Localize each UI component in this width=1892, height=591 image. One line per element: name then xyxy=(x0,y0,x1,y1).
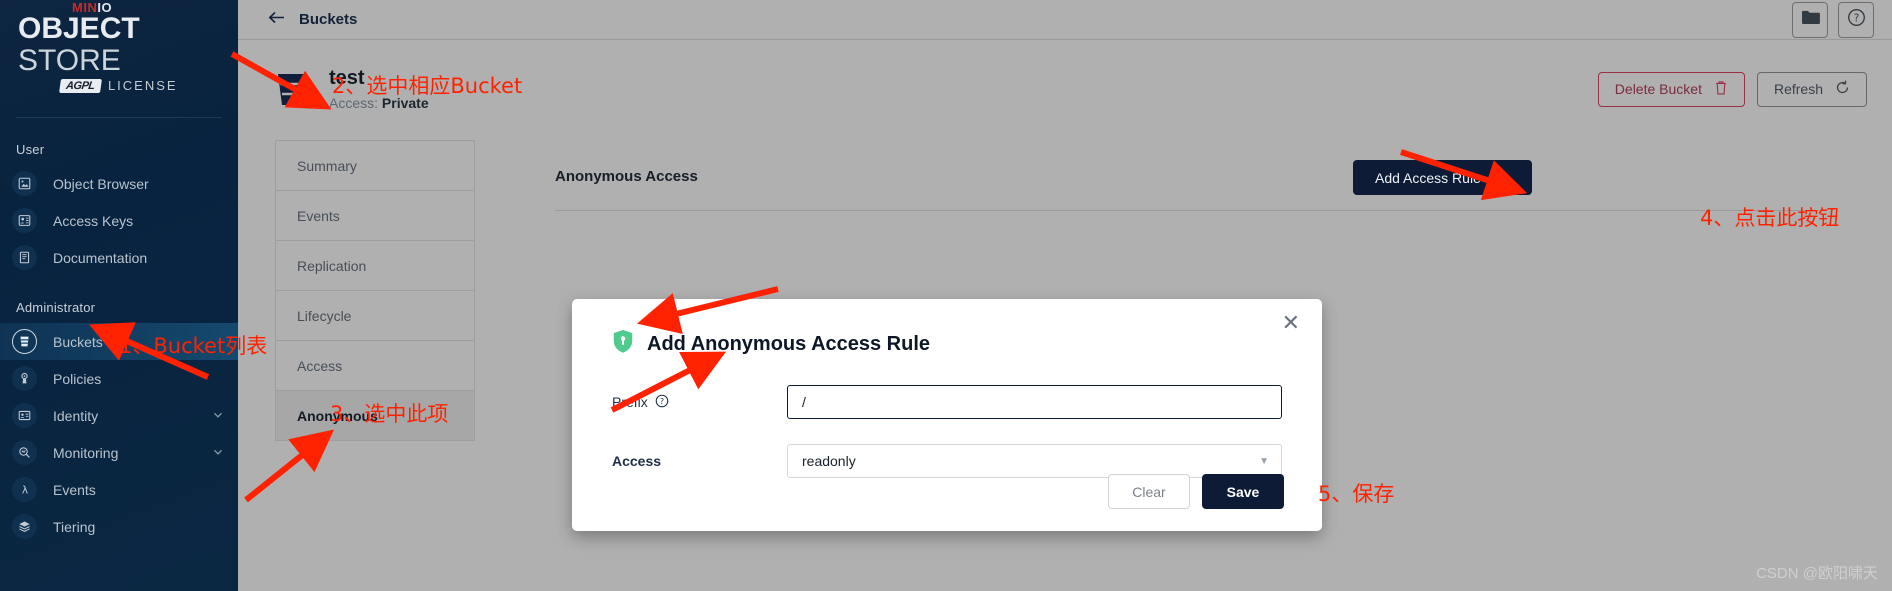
shield-key-icon xyxy=(612,329,634,360)
annotation-3: 3、选中此项 xyxy=(330,402,449,426)
breadcrumb-label: Buckets xyxy=(299,11,358,28)
annotation-4: 4、点击此按钮 xyxy=(1700,206,1840,230)
refresh-label: Refresh xyxy=(1773,81,1823,97)
sidebar-item-documentation[interactable]: Documentation xyxy=(0,239,238,276)
tab-access[interactable]: Access xyxy=(276,341,474,391)
brand-license: AGPL LICENSE xyxy=(10,78,238,93)
sidebar-section-user: User xyxy=(16,142,45,157)
sidebar-item-monitoring[interactable]: Monitoring xyxy=(0,434,238,471)
sidebar-item-access-keys[interactable]: Access Keys xyxy=(0,202,238,239)
annotation-5: 5、保存 xyxy=(1318,482,1395,506)
sidebar-item-label: Access Keys xyxy=(53,212,134,229)
bucket-header-actions: Delete Bucket Refresh xyxy=(1597,71,1867,107)
refresh-icon xyxy=(1835,80,1850,98)
annotation-arrow-3 xyxy=(244,429,335,503)
agpl-badge: AGPL xyxy=(59,78,102,93)
object-browser-icon xyxy=(12,171,37,196)
annotation-2: 2、选中相应Bucket xyxy=(332,74,523,98)
tiering-icon xyxy=(12,514,37,539)
sidebar-item-identity[interactable]: Identity xyxy=(0,397,238,434)
topbar-actions: ? xyxy=(1792,1,1874,38)
sidebar-item-label: Monitoring xyxy=(53,444,119,461)
monitoring-icon xyxy=(12,440,37,465)
svg-text:?: ? xyxy=(1853,12,1859,24)
clear-button[interactable]: Clear xyxy=(1108,474,1190,509)
policies-icon xyxy=(12,366,37,391)
annotation-arrow-4 xyxy=(1400,149,1528,201)
tab-lifecycle[interactable]: Lifecycle xyxy=(276,291,474,341)
panel-divider xyxy=(555,210,1825,211)
arrow-left-icon xyxy=(268,11,285,28)
sidebar-section-administrator: Administrator xyxy=(16,300,96,315)
close-icon[interactable]: ✕ xyxy=(1282,312,1300,334)
sidebar-item-label: Tiering xyxy=(53,518,96,535)
events-icon: λ xyxy=(12,477,37,502)
help-circle-icon: ? xyxy=(1847,8,1866,32)
sidebar-item-label: Documentation xyxy=(53,249,148,266)
help-button[interactable]: ? xyxy=(1838,1,1874,38)
brand-logo: MINIO OBJECT STORE AGPL LICENSE xyxy=(0,0,238,93)
refresh-button[interactable]: Refresh xyxy=(1756,71,1867,107)
tab-events[interactable]: Events xyxy=(276,191,474,241)
annotation-arrow-access xyxy=(610,351,727,413)
annotation-arrow-2 xyxy=(230,51,332,110)
save-button[interactable]: Save xyxy=(1202,474,1284,509)
breadcrumb-back-buckets[interactable]: Buckets xyxy=(268,11,357,28)
app-root: MINIO OBJECT STORE AGPL LICENSE User Obj… xyxy=(0,0,1892,591)
annotation-1: 1、Bucket列表 xyxy=(119,334,268,358)
identity-icon xyxy=(12,403,37,428)
tab-summary[interactable]: Summary xyxy=(276,141,474,191)
prefix-field-row: Prefix ? / xyxy=(612,385,1282,419)
sidebar-item-label: Object Browser xyxy=(53,175,149,192)
access-select[interactable]: readonly ▼ xyxy=(787,444,1282,478)
annotation-arrow-prefix xyxy=(637,286,779,334)
chevron-down-icon: ▼ xyxy=(1259,455,1269,467)
folder-icon xyxy=(1801,9,1820,30)
access-field-row: Access readonly ▼ xyxy=(612,444,1282,478)
modal-title: Add Anonymous Access Rule xyxy=(612,329,930,360)
access-label: Access xyxy=(612,453,662,469)
chevron-down-icon[interactable] xyxy=(212,408,224,424)
chevron-down-icon[interactable] xyxy=(212,445,224,461)
modal-title-text: Add Anonymous Access Rule xyxy=(647,333,931,355)
sidebar-item-label: Identity xyxy=(53,407,99,424)
trash-icon xyxy=(1714,80,1728,98)
license-label: LICENSE xyxy=(107,78,178,93)
panel-title: Anonymous Access xyxy=(555,168,698,185)
svg-text:λ: λ xyxy=(21,484,27,496)
sidebar-item-label: Events xyxy=(53,481,96,498)
access-select-value: readonly xyxy=(802,453,856,469)
sidebar-item-tiering[interactable]: Tiering xyxy=(0,508,238,545)
tab-replication[interactable]: Replication xyxy=(276,241,474,291)
delete-bucket-label: Delete Bucket xyxy=(1614,81,1702,97)
brand-product-text: OBJECT STORE xyxy=(18,12,140,77)
modal-actions: Clear Save xyxy=(1108,474,1284,509)
sidebar-item-object-browser[interactable]: Object Browser xyxy=(0,165,238,202)
buckets-icon xyxy=(12,329,37,354)
delete-bucket-button[interactable]: Delete Bucket xyxy=(1597,71,1745,107)
watermark: CSDN @欧阳啸天 xyxy=(1756,565,1878,582)
documentation-icon xyxy=(12,245,37,270)
sidebar-item-events[interactable]: λ Events xyxy=(0,471,238,508)
sidebar: MINIO OBJECT STORE AGPL LICENSE User Obj… xyxy=(0,0,238,591)
bucket-tabs: Summary Events Replication Lifecycle Acc… xyxy=(275,140,475,441)
folder-button[interactable] xyxy=(1792,1,1828,38)
top-bar: Buckets ? xyxy=(238,0,1892,39)
access-keys-icon xyxy=(12,208,37,233)
prefix-input[interactable]: / xyxy=(787,385,1282,419)
